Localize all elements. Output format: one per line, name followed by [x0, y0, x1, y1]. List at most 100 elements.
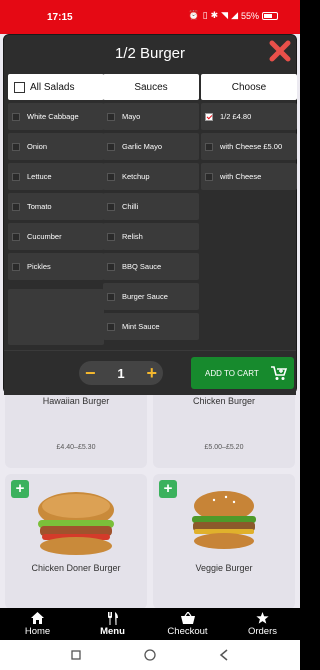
salad-option[interactable]: Pickles — [8, 253, 104, 280]
salads-column: All Salads White Cabbage Onion Lettuce T… — [8, 74, 104, 280]
menu-card-name: Chicken Doner Burger — [31, 563, 121, 573]
checkbox[interactable] — [107, 142, 115, 151]
menu-card-price: £5.00–£5.20 — [204, 444, 244, 451]
sauce-option[interactable]: Mayo — [103, 103, 199, 130]
checkbox[interactable] — [107, 232, 115, 241]
wifi-icon: ◥ — [221, 10, 229, 20]
option-label: Ketchup — [122, 172, 150, 181]
star-icon — [256, 612, 269, 625]
sauces-column: Sauces Mayo Garlic Mayo Ketchup Chilli R… — [103, 74, 199, 340]
decrement-button[interactable]: − — [85, 363, 96, 383]
checkbox[interactable] — [107, 262, 115, 271]
checkbox[interactable] — [12, 142, 20, 151]
menu-card[interactable]: Chicken Burger £5.00–£5.20 — [153, 384, 295, 468]
system-nav-bar — [0, 640, 300, 670]
recents-icon[interactable] — [71, 650, 81, 660]
signal-icon: ◢ — [231, 10, 238, 20]
sauce-option[interactable]: Relish — [103, 223, 199, 250]
salad-option[interactable]: Lettuce — [8, 163, 104, 190]
menu-card-name: Hawaiian Burger — [42, 396, 110, 406]
sauce-option[interactable]: Mint Sauce — [103, 313, 199, 340]
home-icon — [31, 612, 44, 625]
sauce-option[interactable]: Burger Sauce — [103, 283, 199, 310]
checkbox[interactable] — [12, 112, 20, 121]
checkbox[interactable] — [107, 112, 115, 121]
checkbox[interactable] — [107, 292, 115, 301]
sauce-option[interactable]: Ketchup — [103, 163, 199, 190]
sauce-option[interactable]: Garlic Mayo — [103, 133, 199, 160]
add-to-cart-button[interactable]: ADD TO CART — [191, 357, 294, 389]
close-icon[interactable] — [267, 38, 293, 64]
item-options-modal: 1/2 Burger All Salads White Cabbage Onio… — [3, 34, 297, 395]
burger-image — [192, 491, 256, 549]
option-label: Chilli — [122, 202, 139, 211]
size-option[interactable]: with Cheese — [201, 163, 297, 190]
salads-header[interactable]: All Salads — [8, 74, 104, 100]
choose-column: Choose 1/2 £4.80 with Cheese £5.00 with … — [201, 74, 297, 190]
select-all-checkbox[interactable] — [14, 81, 25, 93]
nav-label: Home — [24, 625, 51, 637]
option-label: BBQ Sauce — [122, 262, 162, 271]
checkbox[interactable] — [12, 232, 20, 241]
checkbox-checked[interactable] — [205, 112, 213, 121]
nav-label: Checkout — [167, 625, 208, 637]
option-label: 1/2 £4.80 — [220, 112, 252, 121]
back-icon[interactable] — [219, 649, 229, 661]
checkbox[interactable] — [107, 202, 115, 211]
checkbox[interactable] — [107, 172, 115, 181]
menu-card[interactable]: + Chicken Doner Burger — [5, 474, 147, 609]
status-bar: 17:15 ⏰ ▯ ✱ ◥ ◢ 55% — [0, 0, 300, 34]
bluetooth-icon: ✱ — [210, 10, 219, 20]
checkbox[interactable] — [12, 202, 20, 211]
option-label: Lettuce — [27, 172, 52, 181]
cutlery-icon — [107, 611, 119, 625]
nav-label: Orders — [247, 625, 278, 637]
app-screen: 17:15 ⏰ ▯ ✱ ◥ ◢ 55% Hawaiian Burger £4.4… — [0, 0, 300, 670]
nav-orders[interactable]: Orders — [225, 608, 300, 640]
nav-menu[interactable]: Menu — [75, 608, 150, 640]
option-label: Burger Sauce — [122, 292, 168, 301]
checkbox[interactable] — [12, 262, 20, 271]
option-label: Pickles — [27, 262, 51, 271]
menu-card-price: £4.40–£5.30 — [56, 444, 96, 451]
increment-button[interactable]: + — [146, 363, 157, 383]
salad-option[interactable]: Cucumber — [8, 223, 104, 250]
checkbox[interactable] — [205, 172, 213, 181]
bottom-nav: Home Menu Checkout Orders — [0, 608, 300, 640]
salad-option[interactable]: Tomato — [8, 193, 104, 220]
quantity-stepper: − 1 + — [79, 361, 163, 385]
sauces-header: Sauces — [103, 74, 199, 100]
column-background — [8, 289, 104, 345]
option-label: Tomato — [27, 202, 52, 211]
option-label: with Cheese £5.00 — [220, 142, 283, 151]
size-option-selected[interactable]: 1/2 £4.80 — [201, 103, 297, 130]
home-circle-icon[interactable] — [144, 649, 156, 661]
option-label: Onion — [27, 142, 48, 151]
cart-plus-icon — [271, 366, 288, 380]
add-item-button[interactable]: + — [11, 480, 29, 498]
checkbox[interactable] — [107, 322, 115, 331]
nav-label: Menu — [100, 625, 125, 637]
status-icons: ⏰ ▯ ✱ ◥ ◢ 55% — [188, 10, 278, 21]
sauce-option[interactable]: BBQ Sauce — [103, 253, 199, 280]
option-label: Mint Sauce — [122, 322, 160, 331]
sauce-option[interactable]: Chilli — [103, 193, 199, 220]
status-time: 17:15 — [47, 12, 73, 23]
menu-card-name: Veggie Burger — [195, 563, 253, 573]
add-item-button[interactable]: + — [159, 480, 177, 498]
basket-icon — [180, 612, 195, 625]
alarm-icon: ⏰ — [188, 10, 200, 20]
checkbox[interactable] — [205, 142, 213, 151]
menu-card[interactable]: + Veggie Burger — [153, 474, 295, 609]
salad-option[interactable]: Onion — [8, 133, 104, 160]
modal-title: 1/2 Burger — [114, 45, 186, 62]
menu-card[interactable]: Hawaiian Burger £4.40–£5.30 — [5, 384, 147, 468]
vibrate-icon: ▯ — [202, 10, 208, 20]
nav-checkout[interactable]: Checkout — [150, 608, 225, 640]
option-label: Mayo — [122, 112, 141, 121]
checkbox[interactable] — [12, 172, 20, 181]
nav-home[interactable]: Home — [0, 608, 75, 640]
salad-option[interactable]: White Cabbage — [8, 103, 104, 130]
size-option[interactable]: with Cheese £5.00 — [201, 133, 297, 160]
choose-header: Choose — [201, 74, 297, 100]
